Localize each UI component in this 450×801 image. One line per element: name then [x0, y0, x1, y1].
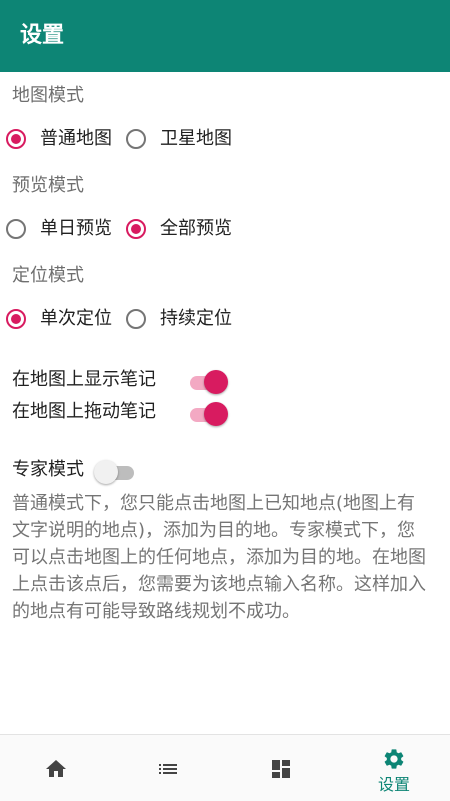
radio-satellite-map[interactable]: 卫星地图 [126, 126, 246, 156]
radio-label: 全部预览 [160, 218, 232, 239]
home-icon [46, 760, 66, 777]
expert-mode-switch[interactable] [94, 460, 138, 484]
switch-thumb [204, 402, 228, 426]
preview-mode-label: 预览模式 [12, 175, 84, 196]
preview-mode-radio-group: 单日预览 全部预览 [6, 216, 266, 246]
nav-item-home[interactable] [0, 735, 112, 801]
page-title: 设置 [20, 23, 65, 48]
nav-item-settings[interactable]: 设置 [338, 735, 450, 801]
radio-label: 普通地图 [40, 128, 112, 149]
bottom-navigation: 设置 [0, 734, 450, 801]
switch-thumb [204, 370, 228, 394]
radio-single-day-preview[interactable]: 单日预览 [6, 216, 122, 246]
radio-all-preview[interactable]: 全部预览 [126, 216, 246, 246]
nav-item-dashboard[interactable] [225, 735, 337, 801]
nav-item-list[interactable] [112, 735, 224, 801]
radio-label: 卫星地图 [160, 128, 232, 149]
dashboard-icon [272, 760, 290, 778]
radio-circle [6, 129, 26, 149]
radio-circle [126, 309, 146, 329]
radio-circle [6, 309, 26, 329]
location-mode-label: 定位模式 [12, 265, 84, 286]
map-mode-label: 地图模式 [12, 85, 84, 106]
expert-mode-label: 专家模式 [12, 459, 84, 480]
radio-circle [126, 129, 146, 149]
gear-icon [384, 749, 404, 769]
radio-circle [6, 219, 26, 239]
radio-label: 持续定位 [160, 308, 232, 329]
show-notes-label: 在地图上显示笔记 [12, 369, 156, 390]
list-icon [159, 764, 177, 774]
app-bar: 设置 [0, 0, 450, 72]
show-notes-switch[interactable] [186, 370, 230, 394]
location-mode-radio-group: 单次定位 持续定位 [6, 306, 266, 336]
drag-notes-row: 在地图上拖动笔记 [12, 398, 242, 428]
radio-label: 单次定位 [40, 308, 112, 329]
radio-label: 单日预览 [40, 218, 112, 239]
switch-thumb [94, 460, 118, 484]
radio-circle [126, 219, 146, 239]
expert-mode-description: 普通模式下，您只能点击地图上已知地点(地图上有文字说明的地点)，添加为目的地。专… [12, 493, 426, 622]
radio-single-location[interactable]: 单次定位 [6, 306, 122, 336]
drag-notes-switch[interactable] [186, 402, 230, 426]
expert-mode-row: 专家模式 [12, 456, 152, 486]
show-notes-row: 在地图上显示笔记 [12, 366, 242, 396]
nav-label-settings: 设置 [377, 775, 410, 794]
map-mode-radio-group: 普通地图 卫星地图 [6, 126, 266, 156]
radio-normal-map[interactable]: 普通地图 [6, 126, 122, 156]
drag-notes-label: 在地图上拖动笔记 [12, 401, 156, 422]
radio-continuous-location[interactable]: 持续定位 [126, 306, 246, 336]
